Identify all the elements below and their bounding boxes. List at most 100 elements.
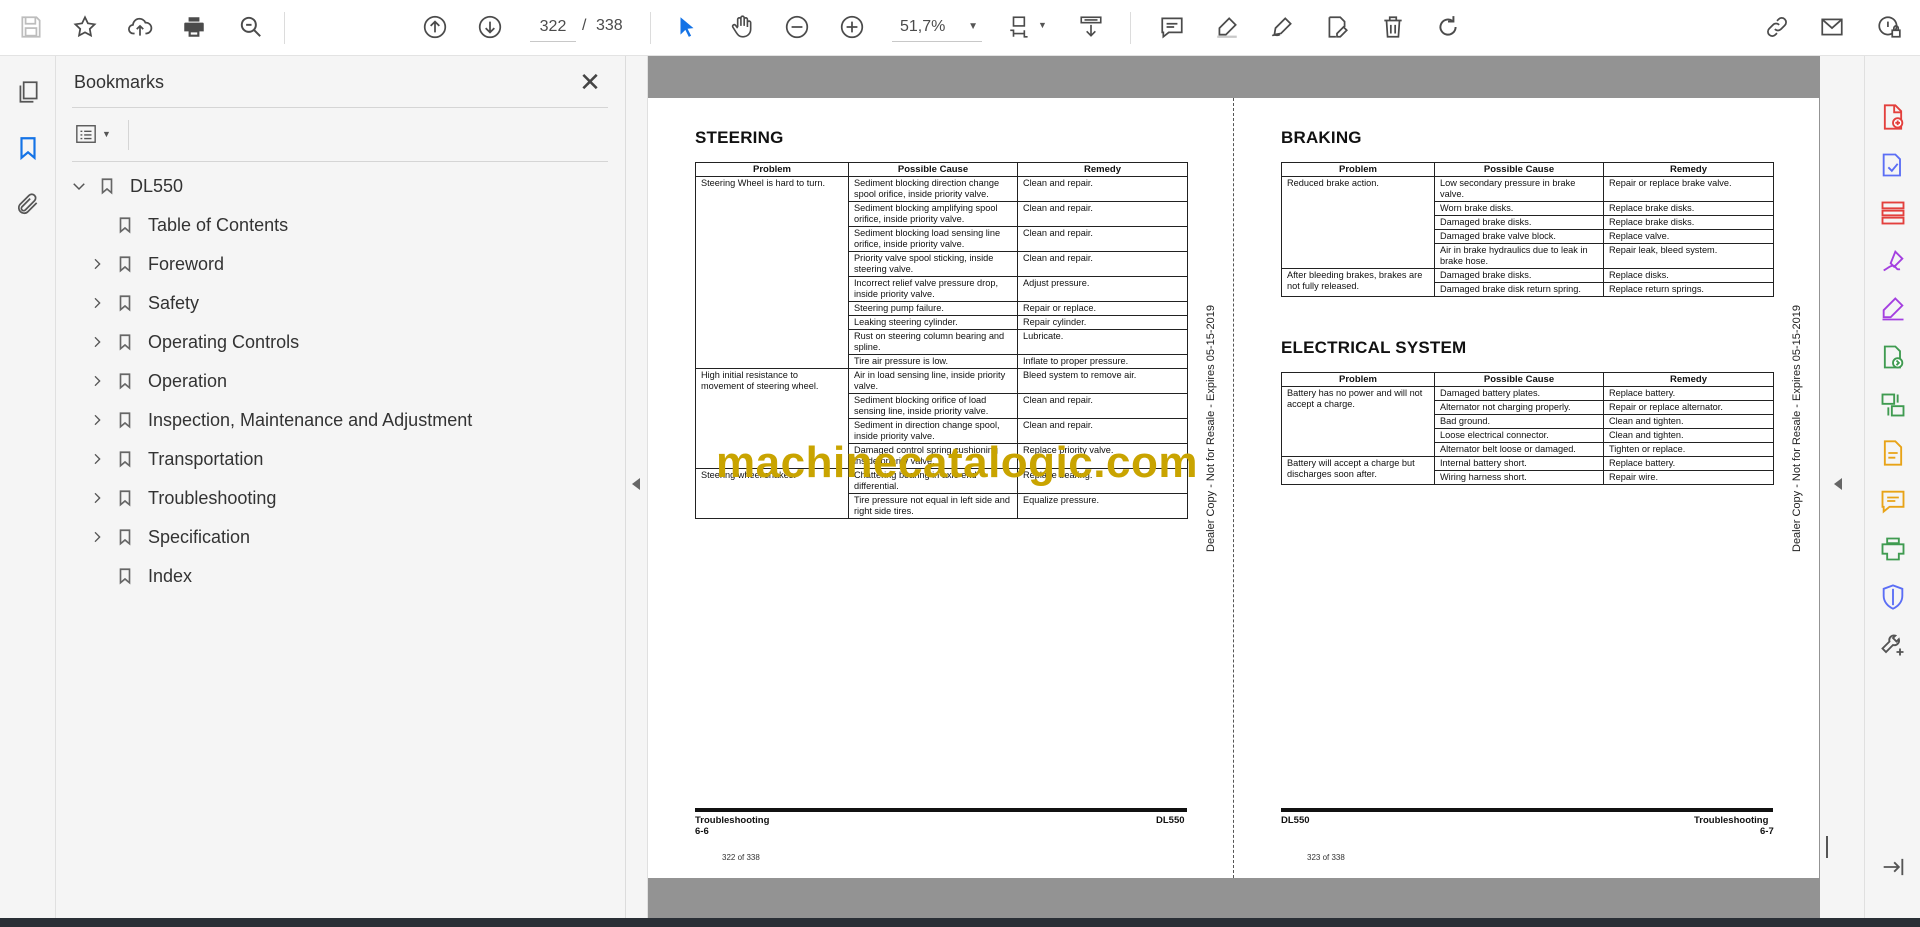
- bookmark-item[interactable]: Troubleshooting: [86, 483, 276, 513]
- braking-heading: BRAKING: [1281, 128, 1362, 147]
- bookmark-item[interactable]: Table of Contents: [86, 210, 288, 240]
- collapse-right-icon: [1834, 478, 1842, 490]
- more-tools-icon[interactable]: [1878, 630, 1908, 660]
- bookmark-item[interactable]: Operating Controls: [86, 327, 299, 357]
- bookmark-label: Foreword: [148, 253, 225, 274]
- email-icon[interactable]: [1815, 10, 1849, 44]
- rotate-icon[interactable]: [1431, 10, 1465, 44]
- export-pdf-icon[interactable]: [1878, 102, 1908, 132]
- problem-cell: Reduced brake action.: [1281, 176, 1435, 269]
- chevron-right-icon[interactable]: [86, 448, 108, 470]
- bookmark-options-button[interactable]: ▼: [74, 120, 122, 148]
- list-options-icon: [76, 125, 96, 143]
- compare-files-icon[interactable]: [1878, 390, 1908, 420]
- remedy-cell: Tighten or replace.: [1603, 442, 1774, 457]
- column-header: Remedy: [1603, 162, 1774, 177]
- page-down-icon[interactable]: [473, 10, 507, 44]
- zoom-in-icon[interactable]: [835, 10, 869, 44]
- page-fit-icon[interactable]: [1003, 10, 1037, 44]
- save-icon[interactable]: [14, 10, 48, 44]
- bookmark-label: Transportation: [148, 448, 264, 469]
- bookmark-icon: [116, 331, 134, 353]
- remedy-cell: Clean and repair.: [1017, 201, 1188, 227]
- hand-icon[interactable]: [725, 10, 759, 44]
- remedy-cell: Clean and tighten.: [1603, 428, 1774, 443]
- bookmark-item[interactable]: Foreword: [86, 249, 224, 279]
- bookmark-item[interactable]: Safety: [86, 288, 199, 318]
- chevron-right-icon[interactable]: [86, 526, 108, 548]
- zoom-out-icon[interactable]: [780, 10, 814, 44]
- bookmark-panel-icon[interactable]: [10, 130, 46, 166]
- close-icon[interactable]: ✕: [576, 68, 604, 96]
- divider: [72, 107, 608, 108]
- page-up-icon[interactable]: [418, 10, 452, 44]
- chevron-right-icon[interactable]: [86, 331, 108, 353]
- remedy-cell: Replace battery.: [1603, 456, 1774, 471]
- edit-text-icon[interactable]: [1320, 10, 1354, 44]
- protect-icon[interactable]: [1878, 582, 1908, 612]
- bookmark-item[interactable]: Operation: [86, 366, 227, 396]
- footer-rule: [1281, 808, 1773, 812]
- highlight-icon[interactable]: [1210, 10, 1244, 44]
- fill-sign-icon[interactable]: [1878, 246, 1908, 276]
- chevron-right-icon[interactable]: [86, 253, 108, 275]
- expand-panel-icon[interactable]: [1878, 852, 1908, 882]
- bookmark-root[interactable]: DL550: [68, 171, 183, 201]
- zoom-search-icon[interactable]: [234, 10, 268, 44]
- print-icon[interactable]: [177, 10, 211, 44]
- chevron-right-icon[interactable]: [86, 292, 108, 314]
- page-thumbnails-icon[interactable]: [10, 74, 46, 110]
- cause-cell: Damaged battery plates.: [1434, 386, 1604, 401]
- cause-cell: Steering pump failure.: [848, 301, 1018, 316]
- bookmark-item[interactable]: Index: [86, 561, 192, 591]
- cause-cell: Sediment blocking orifice of load sensin…: [848, 393, 1018, 419]
- footer-model: DL550: [1156, 815, 1185, 826]
- bookmark-label: Table of Contents: [148, 214, 289, 235]
- bookmark-label: Inspection, Maintenance and Adjustment: [148, 409, 473, 430]
- chevron-right-icon[interactable]: [86, 370, 108, 392]
- select-cursor-icon[interactable]: [670, 10, 704, 44]
- star-icon[interactable]: [68, 10, 102, 44]
- remedy-cell: Replace brake disks.: [1603, 201, 1774, 216]
- bookmark-item[interactable]: Specification: [86, 522, 250, 552]
- zoom-select[interactable]: 51,7% ▼: [892, 12, 982, 42]
- scroll-mode-icon[interactable]: [1074, 10, 1108, 44]
- right-panel-collapse[interactable]: [1820, 56, 1864, 918]
- page-number-input[interactable]: [530, 12, 576, 42]
- comment-tool-icon[interactable]: [1878, 486, 1908, 516]
- chevron-right-icon[interactable]: [86, 487, 108, 509]
- footer-page-number: 6-6: [695, 826, 709, 837]
- draw-icon[interactable]: [1265, 10, 1299, 44]
- combine-files-icon[interactable]: [1878, 342, 1908, 372]
- organize-pages-icon[interactable]: [1878, 198, 1908, 228]
- bookmark-icon: [116, 487, 134, 509]
- cause-cell: Bad ground.: [1434, 414, 1604, 429]
- print-production-icon[interactable]: [1878, 534, 1908, 564]
- column-header: Problem: [695, 162, 849, 177]
- remedy-cell: Replace return springs.: [1603, 282, 1774, 297]
- chevron-right-icon[interactable]: [86, 409, 108, 431]
- remedy-cell: Clean and repair.: [1017, 393, 1188, 419]
- attachments-icon[interactable]: [10, 186, 46, 222]
- bookmark-item[interactable]: Transportation: [86, 444, 263, 474]
- table-row: Battery has no power and will not accept…: [1281, 386, 1774, 457]
- left-panel-collapse[interactable]: [626, 56, 648, 918]
- scan-pdf-icon[interactable]: [1878, 438, 1908, 468]
- footer-page-number: 6-7: [1760, 826, 1774, 837]
- upload-cloud-icon[interactable]: [123, 10, 157, 44]
- scrollbar-thumb[interactable]: [1826, 836, 1828, 858]
- bookmark-item[interactable]: Inspection, Maintenance and Adjustment: [86, 405, 472, 435]
- delete-icon[interactable]: [1376, 10, 1410, 44]
- page-fit-chevron-icon[interactable]: ▼: [1038, 20, 1047, 30]
- share-link-icon[interactable]: [1760, 10, 1794, 44]
- request-signature-icon[interactable]: [1878, 294, 1908, 324]
- create-pdf-icon[interactable]: [1878, 150, 1908, 180]
- comment-icon[interactable]: [1155, 10, 1189, 44]
- footer-rule: [695, 808, 1187, 812]
- chevron-down-icon: ▼: [102, 129, 111, 139]
- chevron-down-icon[interactable]: [68, 175, 90, 197]
- account-lock-icon[interactable]: [1872, 10, 1906, 44]
- cause-cell: Low secondary pressure in brake valve.: [1434, 176, 1604, 202]
- column-header: Remedy: [1603, 372, 1774, 387]
